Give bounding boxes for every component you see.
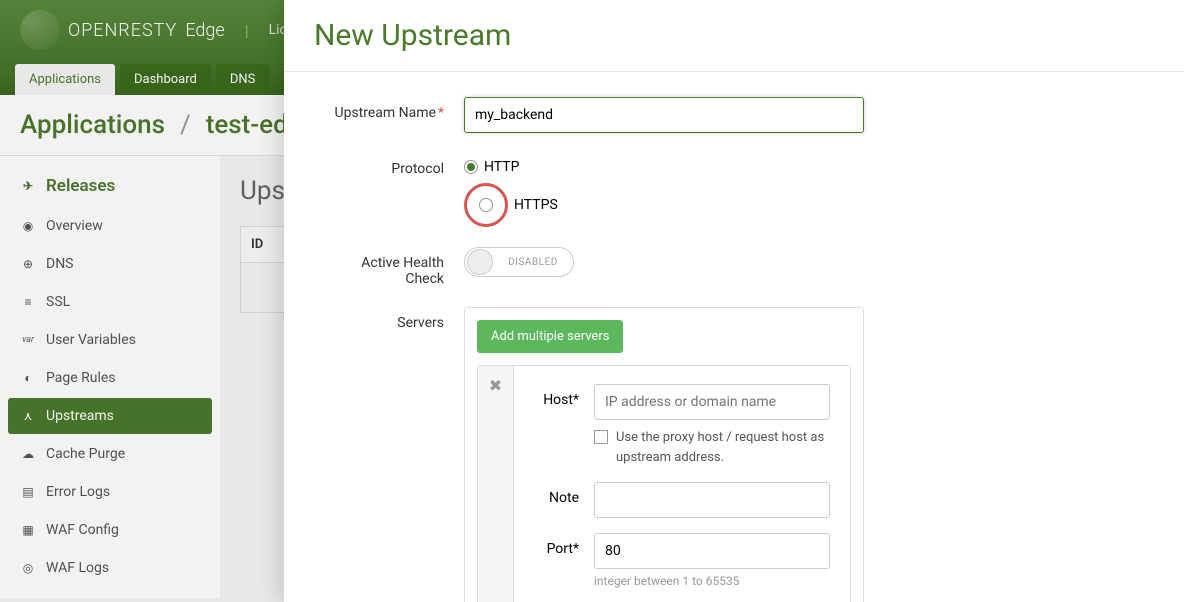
protocol-http-radio[interactable]: HTTP	[464, 159, 864, 175]
health-check-toggle[interactable]: DISABLED	[464, 247, 574, 277]
proxy-host-checkbox[interactable]	[594, 430, 608, 444]
servers-label: Servers	[324, 307, 464, 331]
radio-label: HTTP	[484, 159, 519, 175]
note-input[interactable]	[594, 482, 830, 518]
toggle-knob	[467, 249, 493, 275]
port-hint: integer between 1 to 65535	[594, 574, 830, 588]
remove-server-button[interactable]: ✖	[478, 366, 514, 602]
upstream-name-input[interactable]	[464, 97, 864, 133]
port-input[interactable]	[594, 533, 830, 569]
radio-icon[interactable]	[479, 198, 493, 212]
remove-icon: ✖	[489, 376, 502, 395]
host-label: Host*	[534, 384, 594, 408]
add-multiple-servers-button[interactable]: Add multiple servers	[477, 320, 623, 353]
highlight-circle	[464, 183, 508, 227]
host-input[interactable]	[594, 384, 830, 420]
toggle-text: DISABLED	[493, 257, 573, 268]
upstream-name-label: Upstream Name*	[324, 97, 464, 121]
note-label: Note	[534, 482, 594, 506]
modal-panel: × New Upstream Upstream Name* Protocol H…	[284, 0, 1184, 602]
modal-title: New Upstream	[314, 18, 1154, 53]
checkbox-label: Use the proxy host / request host as ups…	[616, 428, 830, 467]
radio-icon	[464, 160, 478, 174]
radio-label[interactable]: HTTPS	[514, 197, 558, 213]
server-card: ✖ Host* Use	[477, 365, 851, 602]
protocol-label: Protocol	[324, 153, 464, 177]
port-label: Port*	[534, 533, 594, 557]
servers-box: Add multiple servers ✖ Host*	[464, 307, 864, 602]
close-button[interactable]: ×	[284, 10, 294, 50]
health-check-label: Active Health Check	[324, 247, 464, 287]
